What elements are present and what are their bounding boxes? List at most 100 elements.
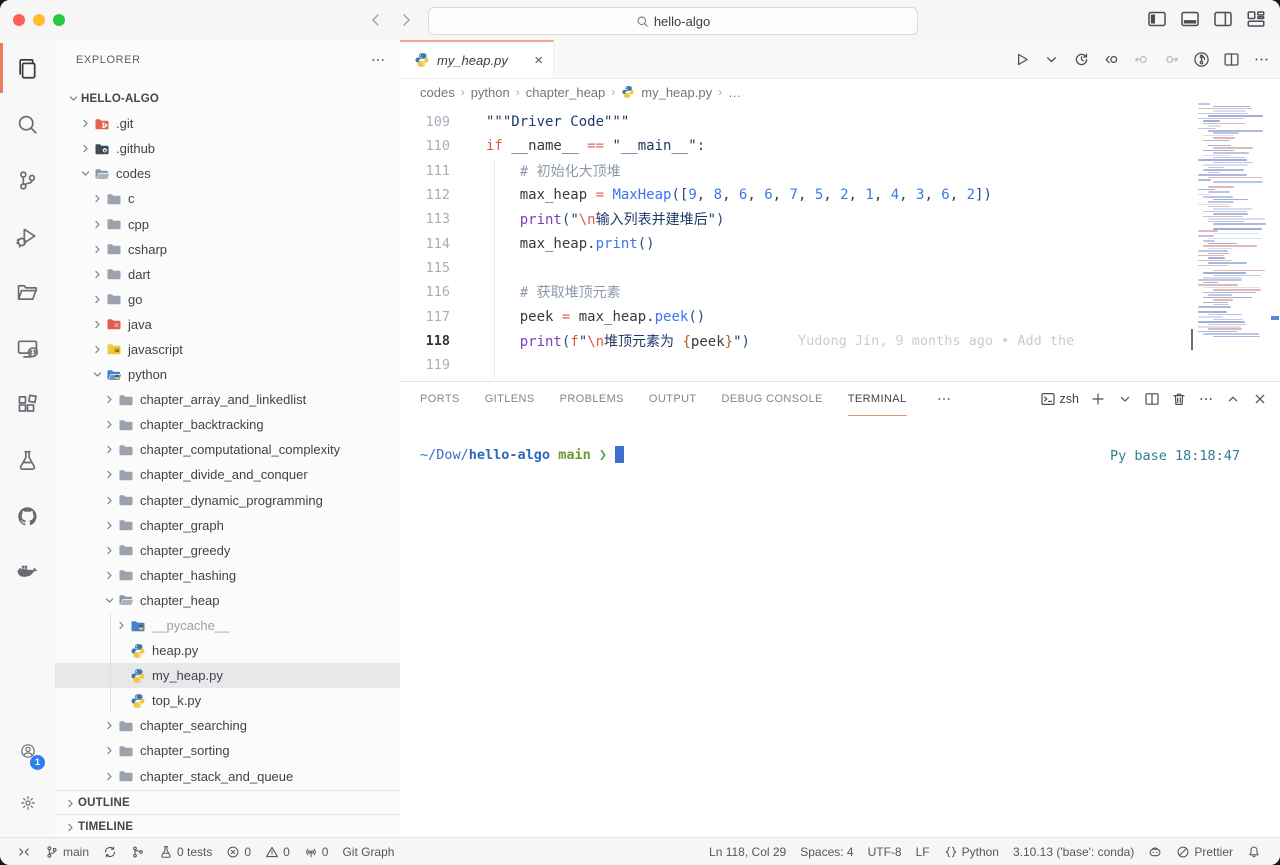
tree-item-cpp[interactable]: cpp: [55, 211, 400, 236]
zoom-window-button[interactable]: [53, 14, 65, 26]
code-line-111[interactable]: 111 # 初始化大顶堆: [400, 159, 1190, 183]
layout-sidebar-right-icon[interactable]: [1213, 9, 1233, 29]
chevron-right-icon[interactable]: [89, 218, 105, 231]
chevron-right-icon[interactable]: [62, 821, 78, 834]
shell-zsh[interactable]: zsh: [1040, 391, 1079, 407]
status-remote-indicator[interactable]: [10, 838, 38, 865]
activity-item-docker[interactable]: [0, 544, 55, 600]
breadcrumb-item[interactable]: python: [471, 85, 510, 100]
minimap[interactable]: [1198, 103, 1272, 375]
chevron-down-icon[interactable]: [101, 594, 117, 607]
terminal-prompt[interactable]: ~/Dow/hello-algo main ❯: [420, 446, 624, 463]
activity-item-github[interactable]: [0, 488, 55, 544]
chevron-right-icon[interactable]: [101, 393, 117, 406]
more-actions[interactable]: [1198, 391, 1214, 407]
new-terminal[interactable]: [1090, 391, 1106, 407]
activity-item-source-control[interactable]: [0, 152, 55, 208]
chevron-right-icon[interactable]: [89, 192, 105, 205]
activity-item-project-manager[interactable]: [0, 264, 55, 320]
status-git-graph-label[interactable]: Git Graph: [335, 838, 401, 865]
chevron-right-icon[interactable]: [101, 519, 117, 532]
chevron-right-icon[interactable]: [101, 544, 117, 557]
panel-tab-ports[interactable]: PORTS: [420, 382, 460, 416]
code-line-113[interactable]: 113 print("\n输入列表并建堆后"): [400, 207, 1190, 231]
chevron-down-icon[interactable]: [65, 92, 81, 105]
tree-item-chapter-divide-and-conquer[interactable]: chapter_divide_and_conquer: [55, 462, 400, 487]
tree-item-dart[interactable]: dart: [55, 262, 400, 287]
chevron-down-icon[interactable]: [77, 167, 93, 180]
tree-item-chapter-searching[interactable]: chapter_searching: [55, 713, 400, 738]
chevron-right-icon[interactable]: [77, 117, 93, 130]
code-line-109[interactable]: 109"""Driver Code""": [400, 110, 1190, 134]
chevron-right-icon[interactable]: [89, 268, 105, 281]
sidebar-section-timeline[interactable]: TIMELINE: [55, 814, 400, 838]
tree-item-chapter-heap[interactable]: chapter_heap: [55, 588, 400, 613]
tree-item-chapter-stack-and-queue[interactable]: chapter_stack_and_queue: [55, 764, 400, 789]
command-center-search[interactable]: hello-algo: [428, 7, 918, 35]
status-eol[interactable]: LF: [909, 838, 937, 865]
panel-tab-terminal[interactable]: TERMINAL: [848, 382, 907, 416]
panel-tab-gitlens[interactable]: GITLENS: [485, 382, 535, 416]
tree-item-codes[interactable]: codes: [55, 161, 400, 186]
tree-item-chapter-dynamic-programming[interactable]: chapter_dynamic_programming: [55, 488, 400, 513]
breadcrumb-item[interactable]: chapter_heap: [526, 85, 606, 100]
status-indentation[interactable]: Spaces: 4: [793, 838, 860, 865]
breadcrumb-item[interactable]: my_heap.py: [641, 85, 712, 100]
code-area[interactable]: 109"""Driver Code"""110if __name__ == "_…: [400, 110, 1190, 378]
panel-tab-debug-console[interactable]: DEBUG CONSOLE: [722, 382, 823, 416]
chevron-right-icon[interactable]: [89, 243, 105, 256]
tree-item-chapter-hashing[interactable]: chapter_hashing: [55, 563, 400, 588]
chevron-right-icon[interactable]: [89, 318, 105, 331]
tree-item-my-heap-py[interactable]: my_heap.py: [55, 663, 400, 688]
status-git-branch[interactable]: main: [38, 838, 96, 865]
status-python-interpreter[interactable]: 3.10.13 ('base': conda): [1006, 838, 1141, 865]
code-line-118[interactable]: 118 print(f"\n堆顶元素为 {peek}")Yudong Jin, …: [400, 329, 1190, 353]
breadcrumb-item[interactable]: …: [728, 85, 741, 100]
status-ports[interactable]: 0: [297, 838, 336, 865]
explorer-more-actions-icon[interactable]: [370, 52, 386, 68]
status-encoding[interactable]: UTF-8: [861, 838, 909, 865]
tree-item--git[interactable]: .git: [55, 111, 400, 136]
launch-profile-dropdown[interactable]: [1117, 391, 1133, 407]
tree-item-java[interactable]: java: [55, 312, 400, 337]
status-cursor-position[interactable]: Ln 118, Col 29: [702, 838, 793, 865]
activity-item-run-debug[interactable]: [0, 208, 55, 264]
status-prettier[interactable]: Prettier: [1169, 838, 1240, 865]
close-window-button[interactable]: [13, 14, 25, 26]
chevron-right-icon[interactable]: [101, 744, 117, 757]
activity-item-testing[interactable]: [0, 432, 55, 488]
panel-tab-output[interactable]: OUTPUT: [649, 382, 697, 416]
close-panel[interactable]: [1252, 391, 1268, 407]
tab-my-heap[interactable]: my_heap.py ×: [400, 40, 554, 78]
layout-customize-icon[interactable]: [1246, 9, 1266, 29]
kill-terminal[interactable]: [1171, 391, 1187, 407]
status-tests[interactable]: 0 tests: [152, 838, 219, 865]
activity-item-search[interactable]: [0, 96, 55, 152]
chevron-right-icon[interactable]: [101, 443, 117, 456]
chevron-right-icon[interactable]: [89, 343, 105, 356]
tree-item-chapter-backtracking[interactable]: chapter_backtracking: [55, 412, 400, 437]
chevron-right-icon[interactable]: [62, 797, 78, 810]
code-line-114[interactable]: 114 max_heap.print(): [400, 232, 1190, 256]
tab-close-icon[interactable]: ×: [534, 53, 543, 68]
minimize-window-button[interactable]: [33, 14, 45, 26]
layout-sidebar-left-icon[interactable]: [1147, 9, 1167, 29]
tree-item-heap-py[interactable]: heap.py: [55, 638, 400, 663]
code-line-119[interactable]: 119: [400, 353, 1190, 377]
panel-tab-problems[interactable]: PROBLEMS: [560, 382, 624, 416]
split-terminal[interactable]: [1144, 391, 1160, 407]
status-errors[interactable]: 0: [219, 838, 258, 865]
status-git-sync[interactable]: [96, 838, 124, 865]
activity-item-remote-explorer[interactable]: [0, 320, 55, 376]
code-line-112[interactable]: 112 max_heap = MaxHeap([9, 8, 6, 6, 7, 5…: [400, 183, 1190, 207]
tree-item-go[interactable]: go: [55, 287, 400, 312]
activity-item-accounts[interactable]: 1: [0, 728, 55, 774]
code-line-116[interactable]: 116 # 获取堆顶元素: [400, 280, 1190, 304]
tree-item--pycache-[interactable]: __pycache__: [55, 613, 400, 638]
activity-item-settings[interactable]: [0, 780, 55, 826]
split-editor-icon[interactable]: [1223, 51, 1240, 68]
status-language-mode[interactable]: Python: [937, 838, 1006, 865]
code-line-115[interactable]: 115: [400, 256, 1190, 280]
chevron-right-icon[interactable]: [101, 719, 117, 732]
breadcrumb-item[interactable]: codes: [420, 85, 455, 100]
